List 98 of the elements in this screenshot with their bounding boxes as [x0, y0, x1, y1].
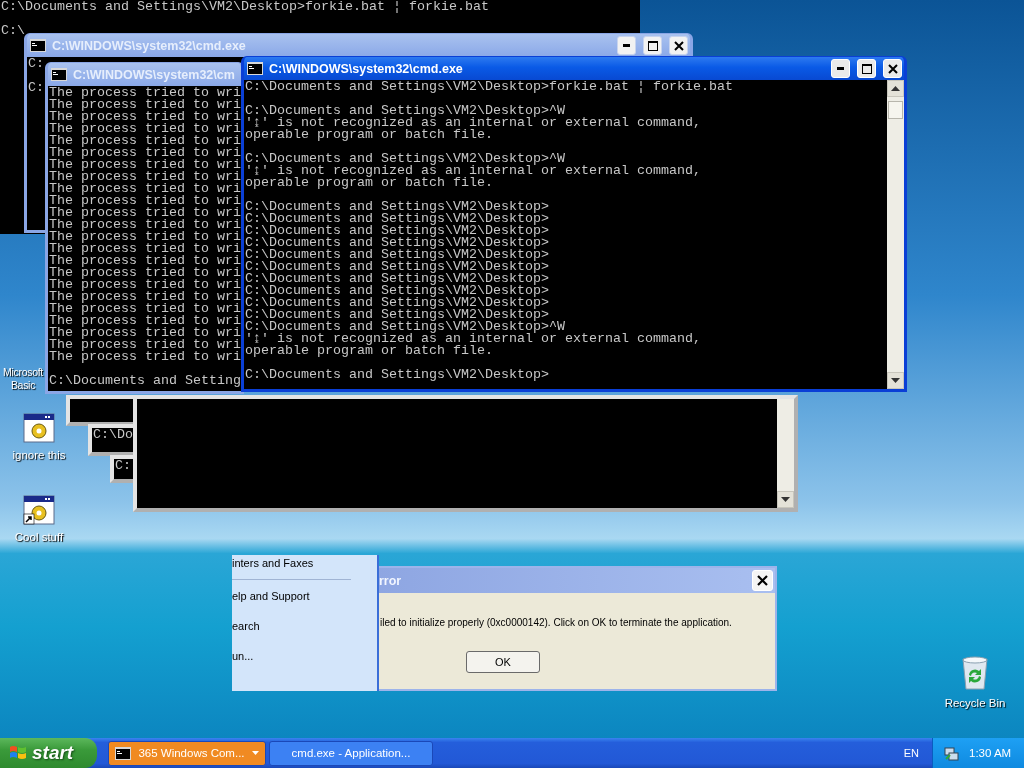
windows-flag-icon — [9, 744, 27, 762]
scroll-up-button[interactable] — [887, 80, 904, 97]
console-icon — [30, 39, 46, 52]
window-title: C:\WINDOWS\system32\cmd.exe — [269, 61, 464, 76]
console-line: The process tried to wri — [49, 351, 241, 363]
console-line: The process tried to wri — [49, 111, 241, 123]
scroll-thumb[interactable] — [888, 101, 903, 119]
console-icon — [115, 746, 131, 760]
network-icon[interactable] — [943, 745, 959, 761]
desktop-icon-label[interactable]: Microsoft Basic — [0, 366, 46, 392]
close-icon — [673, 40, 684, 51]
clock[interactable]: 1:30 AM — [969, 747, 1012, 759]
console-line: The process tried to wri — [49, 255, 241, 267]
console-line: C:\Documents and Settings\VM2\Desktop>^W — [245, 321, 565, 333]
language-indicator[interactable]: EN — [903, 747, 919, 759]
console-line: operable program or batch file. — [245, 129, 493, 141]
scroll-down-button[interactable] — [777, 491, 794, 508]
maximize-button[interactable] — [643, 36, 662, 55]
console-line: The process tried to wri — [49, 279, 241, 291]
console-line: The process tried to wri — [49, 87, 241, 99]
recycle-bin-icon[interactable] — [959, 655, 991, 691]
desktop-icon-label[interactable]: Recycle Bin — [944, 697, 1006, 709]
down-arrow-icon — [781, 497, 790, 502]
desktop-icon-label[interactable]: ignore this — [12, 449, 66, 461]
console-line: C:\Do — [93, 429, 133, 441]
console-line: C:\ — [1, 25, 25, 37]
console-line: The process tried to wri — [49, 243, 241, 255]
close-button[interactable] — [669, 36, 688, 55]
console-icon — [51, 68, 67, 81]
console-line: The process tried to wri — [49, 171, 241, 183]
dialog-title: rror — [379, 573, 402, 588]
start-menu-item[interactable]: inters and Faxes — [232, 557, 314, 571]
console-line: The process tried to wri — [49, 303, 241, 315]
console-line: operable program or batch file. — [245, 345, 493, 357]
console-line: C:\Documents and Settings\VM2\Desktop> — [245, 369, 549, 381]
console-line: C:\Documents and Settings\VM2\Desktop>forkie.bat ¦ forkie.bat — [1, 1, 489, 13]
console-line: C:\Documents and Settings\VM2\Desktop> — [245, 237, 549, 249]
gear-window-shortcut-icon[interactable] — [23, 495, 55, 525]
console-line: C:\Documents and Settings\VM2\Desktop> — [245, 249, 549, 261]
console-line: '↨' is not recognized as an internal or external command, — [245, 333, 701, 345]
console-line: C:\Documents and Settings\VM2\Desktop>^W — [245, 105, 565, 117]
console-line: C:\Documents and Settings\VM2\Desktop> — [245, 213, 549, 225]
start-menu-item[interactable]: elp and Support — [232, 590, 310, 604]
maximize-icon — [647, 40, 658, 51]
console-line: The process tried to wri — [49, 327, 241, 339]
close-icon — [757, 575, 768, 586]
console-line: C: — [115, 460, 131, 472]
minimize-button[interactable] — [617, 36, 636, 55]
down-arrow-icon — [891, 378, 900, 383]
caret-icon — [252, 751, 259, 755]
console-line: C:\Documents and Settings\VM2\Desktop> — [245, 285, 549, 297]
console-line: The process tried to wri — [49, 231, 241, 243]
close-icon — [887, 63, 898, 74]
console-line: '↨' is not recognized as an internal or external command, — [245, 117, 701, 129]
start-menu-item[interactable]: earch — [232, 620, 260, 634]
console-line: C:\Documents and Settings\VM2\Desktop> — [245, 297, 549, 309]
console-line: operable program or batch file. — [245, 177, 493, 189]
scroll-down-button[interactable] — [887, 372, 904, 389]
taskbar-button[interactable]: cmd.exe - Application... — [269, 740, 433, 766]
minimize-icon — [623, 44, 630, 47]
taskbar-button[interactable]: 365 Windows Com... — [108, 740, 266, 766]
scrollbar[interactable] — [777, 399, 794, 508]
console-line: C:\Documents and Settings\VM2\Desktop>^W — [245, 153, 565, 165]
console-line: C: — [28, 58, 44, 70]
console-line: C:\Documents and Settings\VM2\Desktop> — [245, 273, 549, 285]
console-line: The process tried to wri — [49, 135, 241, 147]
console-line: The process tried to wri — [49, 99, 241, 111]
ok-button[interactable]: OK — [466, 651, 540, 673]
scrollbar[interactable] — [887, 80, 904, 389]
console-line: The process tried to wri — [49, 195, 241, 207]
maximize-icon — [861, 63, 872, 74]
start-button[interactable]: start — [0, 738, 97, 768]
console-line: The process tried to wri — [49, 219, 241, 231]
console-line: C:\Documents and Settings\VM2\Desktop> — [245, 309, 549, 321]
console-line: The process tried to wri — [49, 159, 241, 171]
console-line: C:\Documents and Settings\VM2\Desktop>forkie.bat ¦ forkie.bat — [245, 81, 733, 93]
console-line: The process tried to wri — [49, 267, 241, 279]
console-line: The process tried to wri — [49, 183, 241, 195]
window-title: C:\WINDOWS\system32\cmd.exe — [52, 38, 247, 53]
console-line: The process tried to wri — [49, 339, 241, 351]
console-line: C:\Documents and Settings\VM2\Desktop> — [245, 201, 549, 213]
console-line: The process tried to wri — [49, 291, 241, 303]
console-line: The process tried to wri — [49, 315, 241, 327]
console-icon — [247, 62, 263, 75]
console-line: The process tried to wri — [49, 123, 241, 135]
up-arrow-icon — [891, 86, 900, 91]
window-title: C:\WINDOWS\system32\cm — [73, 67, 236, 82]
error-message: iled to initialize properly (0xc0000142). Click on OK to terminate the application. — [380, 617, 732, 628]
console-line: '↨' is not recognized as an internal or external command, — [245, 165, 701, 177]
console-line: C:\Documents and Settings\VM2\Desktop> — [245, 225, 549, 237]
start-menu-item[interactable]: un... — [232, 650, 254, 664]
console-line: The process tried to wri — [49, 207, 241, 219]
console-line: C: — [28, 82, 44, 94]
minimize-icon — [837, 67, 844, 70]
console-line: C:\Documents and Setting — [49, 375, 241, 387]
gear-window-icon[interactable] — [23, 413, 55, 443]
console-line: The process tried to wri — [49, 147, 241, 159]
console-line: C:\Documents and Settings\VM2\Desktop> — [245, 261, 549, 273]
